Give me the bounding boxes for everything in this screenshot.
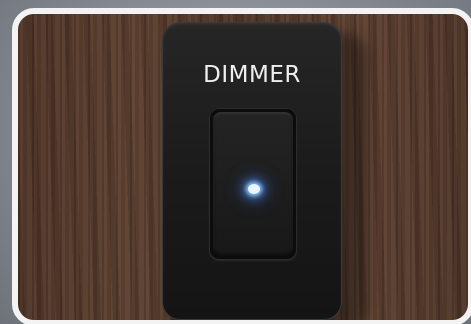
switch-plate: DIMMER <box>162 22 342 320</box>
rocker-bezel <box>209 108 297 260</box>
switch-label: DIMMER <box>203 62 301 88</box>
image-background: DIMMER <box>0 0 471 324</box>
blue-indicator-light-icon <box>248 184 260 194</box>
photo: DIMMER <box>12 8 471 324</box>
dimmer-rocker-button <box>213 112 293 256</box>
